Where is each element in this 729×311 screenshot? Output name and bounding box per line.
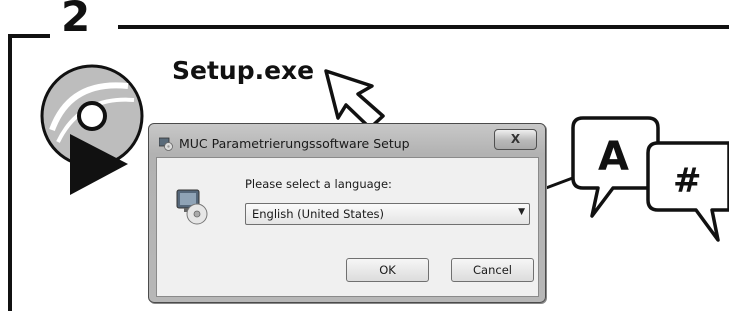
- close-button[interactable]: X: [494, 129, 537, 150]
- mouse-cursor-icon: [324, 69, 385, 130]
- language-prompt: Please select a language:: [245, 177, 392, 191]
- dialog-body: Please select a language: English (Unite…: [156, 157, 539, 297]
- language-select[interactable]: English (United States) ▼: [245, 203, 530, 225]
- bubble-symbol-text: #: [673, 161, 702, 201]
- ok-button[interactable]: OK: [346, 258, 429, 282]
- dialog-titlebar[interactable]: MUC Parametrierungssoftware Setup X: [149, 124, 545, 158]
- installer-computer-icon: [176, 189, 208, 225]
- cancel-button[interactable]: Cancel: [451, 258, 534, 282]
- setup-dialog: MUC Parametrierungssoftware Setup X Plea…: [148, 123, 546, 303]
- setup-window-icon: [159, 137, 173, 151]
- setup-file-label: Setup.exe: [172, 56, 315, 85]
- bubble-letter-text: A: [598, 134, 629, 180]
- language-select-value: English (United States): [252, 207, 385, 221]
- step-number: 2: [61, 0, 91, 41]
- chevron-down-icon: ▼: [518, 207, 525, 217]
- dialog-title: MUC Parametrierungssoftware Setup: [179, 136, 410, 151]
